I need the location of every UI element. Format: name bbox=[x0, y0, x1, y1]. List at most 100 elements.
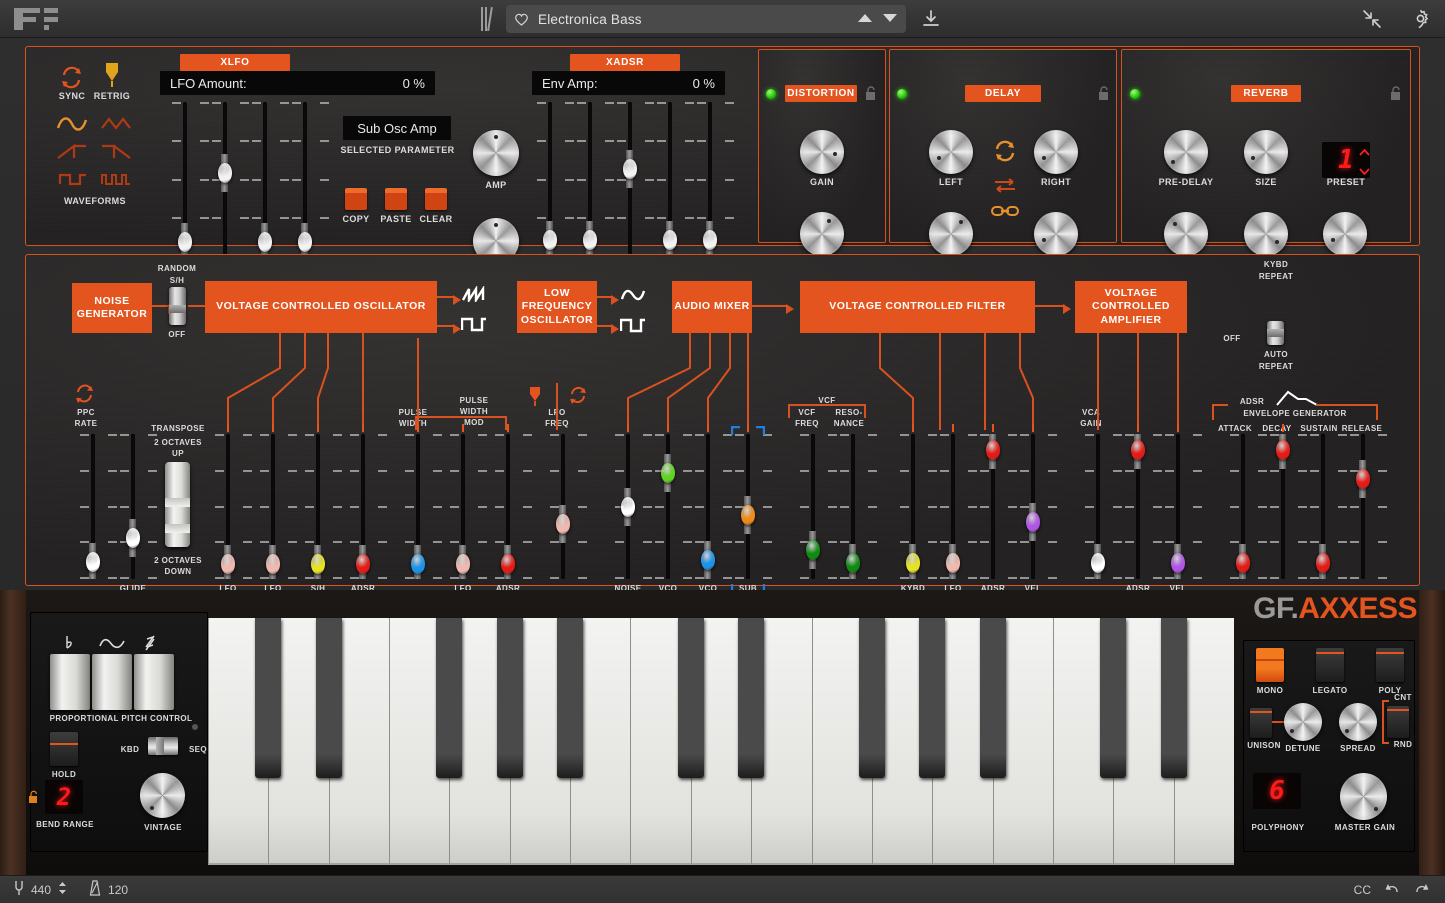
delay-left-knob[interactable] bbox=[929, 130, 973, 174]
synth-glide-1-slider[interactable]: GLIDE bbox=[118, 434, 157, 593]
slider-handle[interactable] bbox=[846, 553, 860, 573]
collapse-arrows-icon[interactable] bbox=[1362, 9, 1382, 34]
xadsr-readout[interactable]: Env Amp: 0 % bbox=[532, 71, 725, 95]
xlfo-delay-slider[interactable]: DELAY bbox=[250, 102, 289, 271]
black-key[interactable] bbox=[1160, 618, 1187, 778]
slider-handle[interactable] bbox=[583, 230, 597, 250]
synth-sub-13-slider[interactable]: SUB bbox=[730, 424, 772, 608]
synth-s-h-4-slider[interactable]: S/H bbox=[303, 424, 342, 593]
black-key[interactable] bbox=[979, 618, 1006, 778]
slider-handle[interactable] bbox=[1091, 553, 1105, 573]
reverb-title-tab[interactable]: REVERB bbox=[1231, 85, 1301, 102]
waveform-pulse-icon[interactable] bbox=[100, 170, 132, 188]
unison-button[interactable] bbox=[1250, 708, 1272, 738]
distortion-tone-knob[interactable] bbox=[800, 212, 844, 256]
slider-handle[interactable] bbox=[178, 232, 192, 252]
ppc-key-flat[interactable] bbox=[50, 654, 90, 710]
slider-handle[interactable] bbox=[1276, 440, 1290, 460]
hold-button[interactable] bbox=[50, 732, 78, 766]
slider-handle[interactable] bbox=[266, 554, 280, 574]
synth-lfo-2-slider[interactable]: LFO bbox=[211, 424, 252, 609]
xlfo-s-h-slider[interactable]: S/H bbox=[290, 102, 329, 271]
delay-lock-icon[interactable] bbox=[1098, 86, 1110, 101]
delay-amount-knob[interactable] bbox=[1034, 212, 1078, 256]
black-key[interactable] bbox=[919, 618, 946, 778]
waveform-ramp-down-icon[interactable] bbox=[100, 142, 132, 162]
slider-handle[interactable] bbox=[623, 159, 637, 179]
xadsr-decay-slider[interactable]: DECAY bbox=[575, 102, 614, 271]
synth-lfo-7-slider[interactable]: LFO bbox=[446, 424, 487, 609]
xlfo-retrig-button[interactable] bbox=[100, 61, 124, 89]
reverb-amount-knob[interactable] bbox=[1323, 212, 1367, 256]
xadsr-release-slider[interactable]: RELEASE bbox=[690, 102, 734, 271]
delay-feedback-knob[interactable] bbox=[929, 212, 973, 256]
noise-routing-switch[interactable] bbox=[169, 287, 186, 325]
synth-vco-12-slider[interactable]: VCO bbox=[692, 424, 732, 608]
xlfo-amp-slider[interactable]: AMP bbox=[170, 102, 209, 271]
lfo-retrig-icon[interactable] bbox=[526, 385, 544, 407]
tempo-control[interactable]: 120 bbox=[89, 880, 128, 899]
xlfo-readout[interactable]: LFO Amount: 0 % bbox=[160, 71, 435, 95]
slider-handle[interactable] bbox=[311, 554, 325, 574]
waveform-ramp-up-icon[interactable] bbox=[56, 142, 88, 162]
slider-handle[interactable] bbox=[126, 528, 140, 548]
slider-handle[interactable] bbox=[258, 232, 272, 252]
module-vca[interactable]: VOLTAGE CONTROLLED AMPLIFIER bbox=[1075, 281, 1187, 333]
slider-track[interactable] bbox=[1361, 434, 1365, 579]
synth-vel-22-slider[interactable]: VEL bbox=[1163, 424, 1202, 593]
waveform-triangle-icon[interactable] bbox=[100, 114, 132, 134]
synth-vel-19-slider[interactable]: VEL bbox=[1018, 424, 1057, 593]
voice-mode-poly-button[interactable] bbox=[1376, 648, 1404, 682]
selected-parameter-readout[interactable]: Sub Osc Amp bbox=[343, 116, 451, 140]
synth-vcf-14-slider[interactable] bbox=[798, 434, 837, 579]
library-icon[interactable] bbox=[480, 6, 496, 32]
xadsr-attack-slider[interactable]: ATTACK bbox=[533, 102, 574, 271]
slider-handle[interactable] bbox=[218, 163, 232, 183]
module-vcf[interactable]: VOLTAGE CONTROLLED FILTER bbox=[800, 281, 1035, 333]
black-key[interactable] bbox=[677, 618, 704, 778]
ppc-key-sharp[interactable] bbox=[134, 654, 174, 710]
slider-handle[interactable] bbox=[703, 230, 717, 250]
delay-ping-pong-icon[interactable] bbox=[991, 176, 1019, 194]
synth-vcf-15-slider[interactable] bbox=[838, 434, 877, 579]
slider-handle[interactable] bbox=[298, 232, 312, 252]
tuning-control[interactable]: 440 bbox=[14, 880, 67, 899]
ppc-rate-sync-icon[interactable] bbox=[74, 383, 98, 405]
module-lfo[interactable]: LOW FREQUENCY OSCILLATOR bbox=[517, 281, 597, 333]
slider-handle[interactable] bbox=[741, 505, 755, 525]
synth-lfo-17-slider[interactable]: LFO bbox=[936, 424, 977, 609]
xadsr-s-time-slider[interactable]: S-TIME bbox=[655, 102, 694, 271]
slider-handle[interactable] bbox=[1236, 553, 1250, 573]
synth-lfof-9-slider[interactable] bbox=[548, 434, 587, 579]
waveform-sine-icon[interactable] bbox=[56, 114, 88, 134]
xadsr-amp-knob[interactable] bbox=[473, 130, 519, 176]
cnt-rnd-switch[interactable] bbox=[1387, 706, 1409, 738]
reverb-lock-icon[interactable] bbox=[1390, 86, 1402, 101]
reverb-enable-led[interactable] bbox=[1130, 89, 1140, 99]
slider-handle[interactable] bbox=[946, 553, 960, 573]
synth-noise-10-slider[interactable]: NOISE bbox=[613, 424, 652, 593]
preset-prev-button[interactable] bbox=[857, 12, 873, 26]
master-gain-knob[interactable] bbox=[1340, 773, 1387, 820]
slider-track[interactable] bbox=[131, 434, 135, 579]
slider-handle[interactable] bbox=[663, 230, 677, 250]
slider-handle[interactable] bbox=[356, 554, 370, 574]
module-vco[interactable]: VOLTAGE CONTROLLED OSCILLATOR bbox=[205, 281, 437, 333]
xlfo-title-tab[interactable]: XLFO bbox=[180, 54, 290, 71]
distortion-gain-knob[interactable] bbox=[800, 130, 844, 174]
voice-mode-legato-button[interactable] bbox=[1316, 648, 1344, 682]
preset-next-button[interactable] bbox=[882, 12, 898, 26]
black-key[interactable] bbox=[436, 618, 463, 778]
synth-eg-25-slider[interactable] bbox=[1308, 434, 1347, 579]
bend-range-display[interactable]: 2 bbox=[45, 780, 83, 814]
black-key[interactable] bbox=[557, 618, 584, 778]
waveform-square-icon[interactable] bbox=[58, 170, 88, 188]
slider-handle[interactable] bbox=[543, 230, 557, 250]
black-key[interactable] bbox=[255, 618, 282, 778]
kybd-repeat-switch[interactable] bbox=[1267, 321, 1284, 345]
reverb-pre-delay-knob[interactable] bbox=[1164, 130, 1208, 174]
module-audio-mixer[interactable]: AUDIO MIXER bbox=[672, 281, 752, 333]
delay-title-tab[interactable]: DELAY bbox=[965, 85, 1041, 102]
black-key[interactable] bbox=[496, 618, 523, 778]
spread-knob[interactable] bbox=[1339, 703, 1377, 741]
